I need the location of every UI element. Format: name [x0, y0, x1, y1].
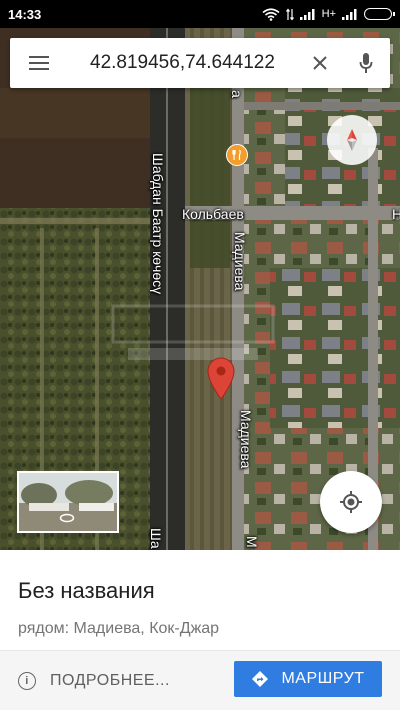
map-pin-icon[interactable]	[205, 356, 237, 400]
place-title: Без названия	[18, 578, 155, 603]
street-label-kolbaev-cut: Н	[392, 206, 400, 222]
my-location-button[interactable]	[320, 471, 382, 533]
street-label-shabdan: Шабдан Баатр көчөсү	[150, 153, 166, 295]
network-type: H+	[321, 8, 336, 20]
data-arrows-icon	[285, 8, 294, 21]
street-label-madieva-top: Мадиева	[232, 232, 248, 291]
place-subtitle: рядом: Мадиева, Кок-Джар	[18, 620, 220, 637]
microphone-icon	[359, 53, 373, 73]
clear-search-button[interactable]	[298, 38, 342, 88]
menu-button[interactable]	[10, 38, 68, 88]
street-label-madieva-mid: Мадиева	[238, 410, 254, 469]
close-icon	[313, 56, 327, 70]
my-location-icon	[340, 491, 362, 513]
info-icon: i	[18, 672, 36, 690]
watermark	[108, 296, 278, 376]
street-label-kolbaev: Кольбаев	[182, 206, 244, 222]
route-label: МАРШРУТ	[281, 670, 365, 687]
search-input[interactable]: 42.819456,74.644122	[68, 52, 298, 74]
search-bar: 42.819456,74.644122	[10, 38, 390, 88]
signal-icon	[299, 8, 316, 20]
street-label-shabdan-bottom: Ша	[148, 528, 164, 549]
place-bottom-sheet[interactable]: Без названия рядом: Мадиева, Кок-Джар i …	[0, 550, 400, 710]
compass-button[interactable]	[327, 115, 377, 165]
status-time: 14:33	[8, 6, 42, 22]
details-button[interactable]: i ПОДРОБНЕЕ...	[18, 665, 170, 697]
details-label: ПОДРОБНЕЕ...	[50, 672, 170, 689]
street-label-bottom-cut: М	[244, 536, 260, 548]
status-bar: 14:33 H+	[0, 0, 400, 28]
directions-icon	[252, 671, 269, 687]
voice-search-button[interactable]	[342, 38, 390, 88]
wifi-icon	[262, 7, 280, 21]
action-row: i ПОДРОБНЕЕ... МАРШРУТ	[0, 651, 400, 710]
signal-icon	[342, 8, 358, 20]
restaurant-icon[interactable]	[226, 144, 248, 166]
rotate-360-icon	[59, 513, 75, 523]
route-button[interactable]: МАРШРУТ	[234, 661, 382, 697]
hamburger-menu-icon	[29, 56, 49, 70]
street-view-thumbnail[interactable]	[17, 471, 119, 533]
status-icons: H+	[262, 7, 395, 21]
battery-icon	[364, 8, 395, 20]
compass-icon	[347, 129, 357, 151]
street-label-top-cut: а	[229, 90, 245, 98]
